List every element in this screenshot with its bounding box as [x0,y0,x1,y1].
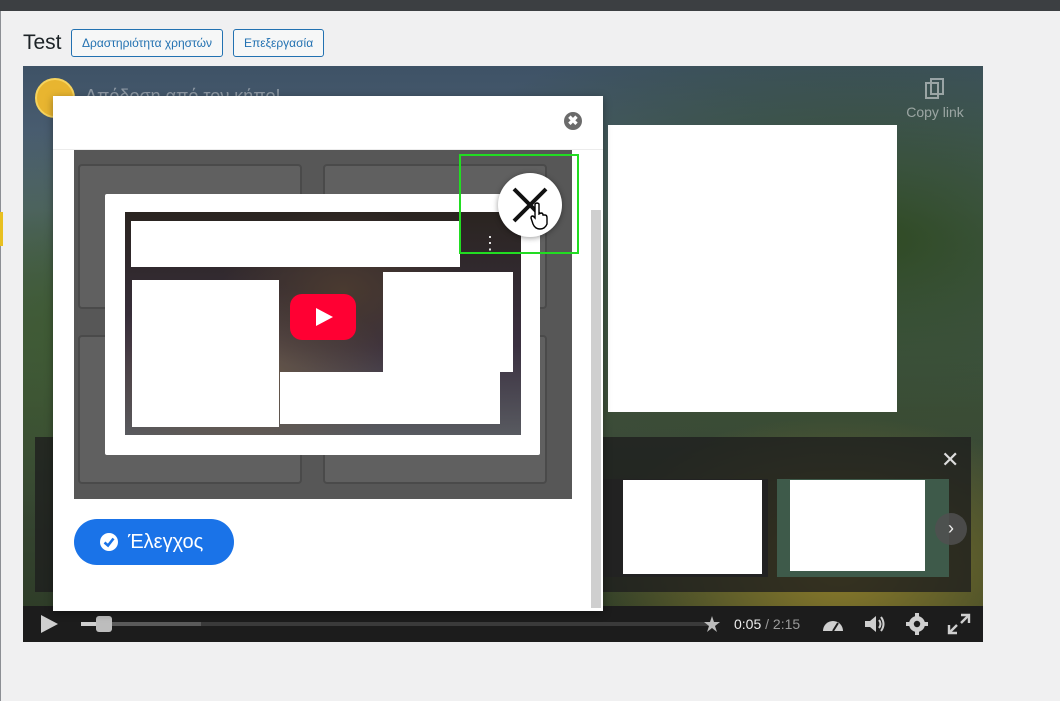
next-suggestions-button[interactable]: › [935,513,967,545]
redacted-block [608,125,897,412]
speed-icon[interactable] [821,613,845,635]
copy-icon [925,78,944,99]
current-time: 0:05 [734,616,762,632]
video-lightbox: ⋮ [105,194,540,455]
redacted-block [280,372,500,424]
end-screen-close-icon[interactable]: ✕ [941,449,959,471]
redacted-block [790,480,925,571]
check-button[interactable]: Έλεγχος [74,519,234,565]
chapter-marker-icon[interactable] [703,613,721,635]
user-activity-button[interactable]: Δραστηριότητα χρηστών [71,29,223,57]
redacted-block [131,221,460,267]
time-separator: / [761,616,773,632]
suggested-video-thumb[interactable] [777,479,949,577]
redacted-block [132,280,279,427]
redacted-block [383,272,513,372]
embedded-youtube-video[interactable]: ⋮ [125,212,521,435]
hand-cursor-icon [530,202,548,230]
top-bar [0,0,1060,11]
total-time: 2:15 [772,616,801,632]
volume-icon[interactable] [863,613,887,635]
check-button-label: Έλεγχος [128,531,204,553]
suggested-video-thumb[interactable] [590,479,768,577]
edit-button[interactable]: Επεξεργασία [233,29,325,57]
video-more-options-icon[interactable]: ⋮ [481,234,499,252]
time-display: 0:05 / 2:15 [734,616,800,632]
redacted-block [623,480,762,574]
progress-bar[interactable] [81,616,709,632]
player-controls: 0:05 / 2:15 [23,606,983,642]
scrub-handle[interactable] [96,616,112,632]
youtube-play-button[interactable] [290,294,356,340]
page-title: Test [23,31,62,54]
check-circle-icon [100,533,118,551]
modal-scrollbar[interactable] [591,210,601,608]
modal-header: ✖ [53,96,603,150]
side-marker [0,212,3,246]
copy-link-button[interactable]: Copy link [895,78,975,120]
copy-link-label: Copy link [906,104,964,120]
left-edge [0,11,1,701]
modal-close-icon[interactable]: ✖ [564,112,582,130]
play-icon[interactable] [37,613,61,635]
settings-gear-icon[interactable] [905,613,929,635]
fullscreen-icon[interactable] [947,613,971,635]
